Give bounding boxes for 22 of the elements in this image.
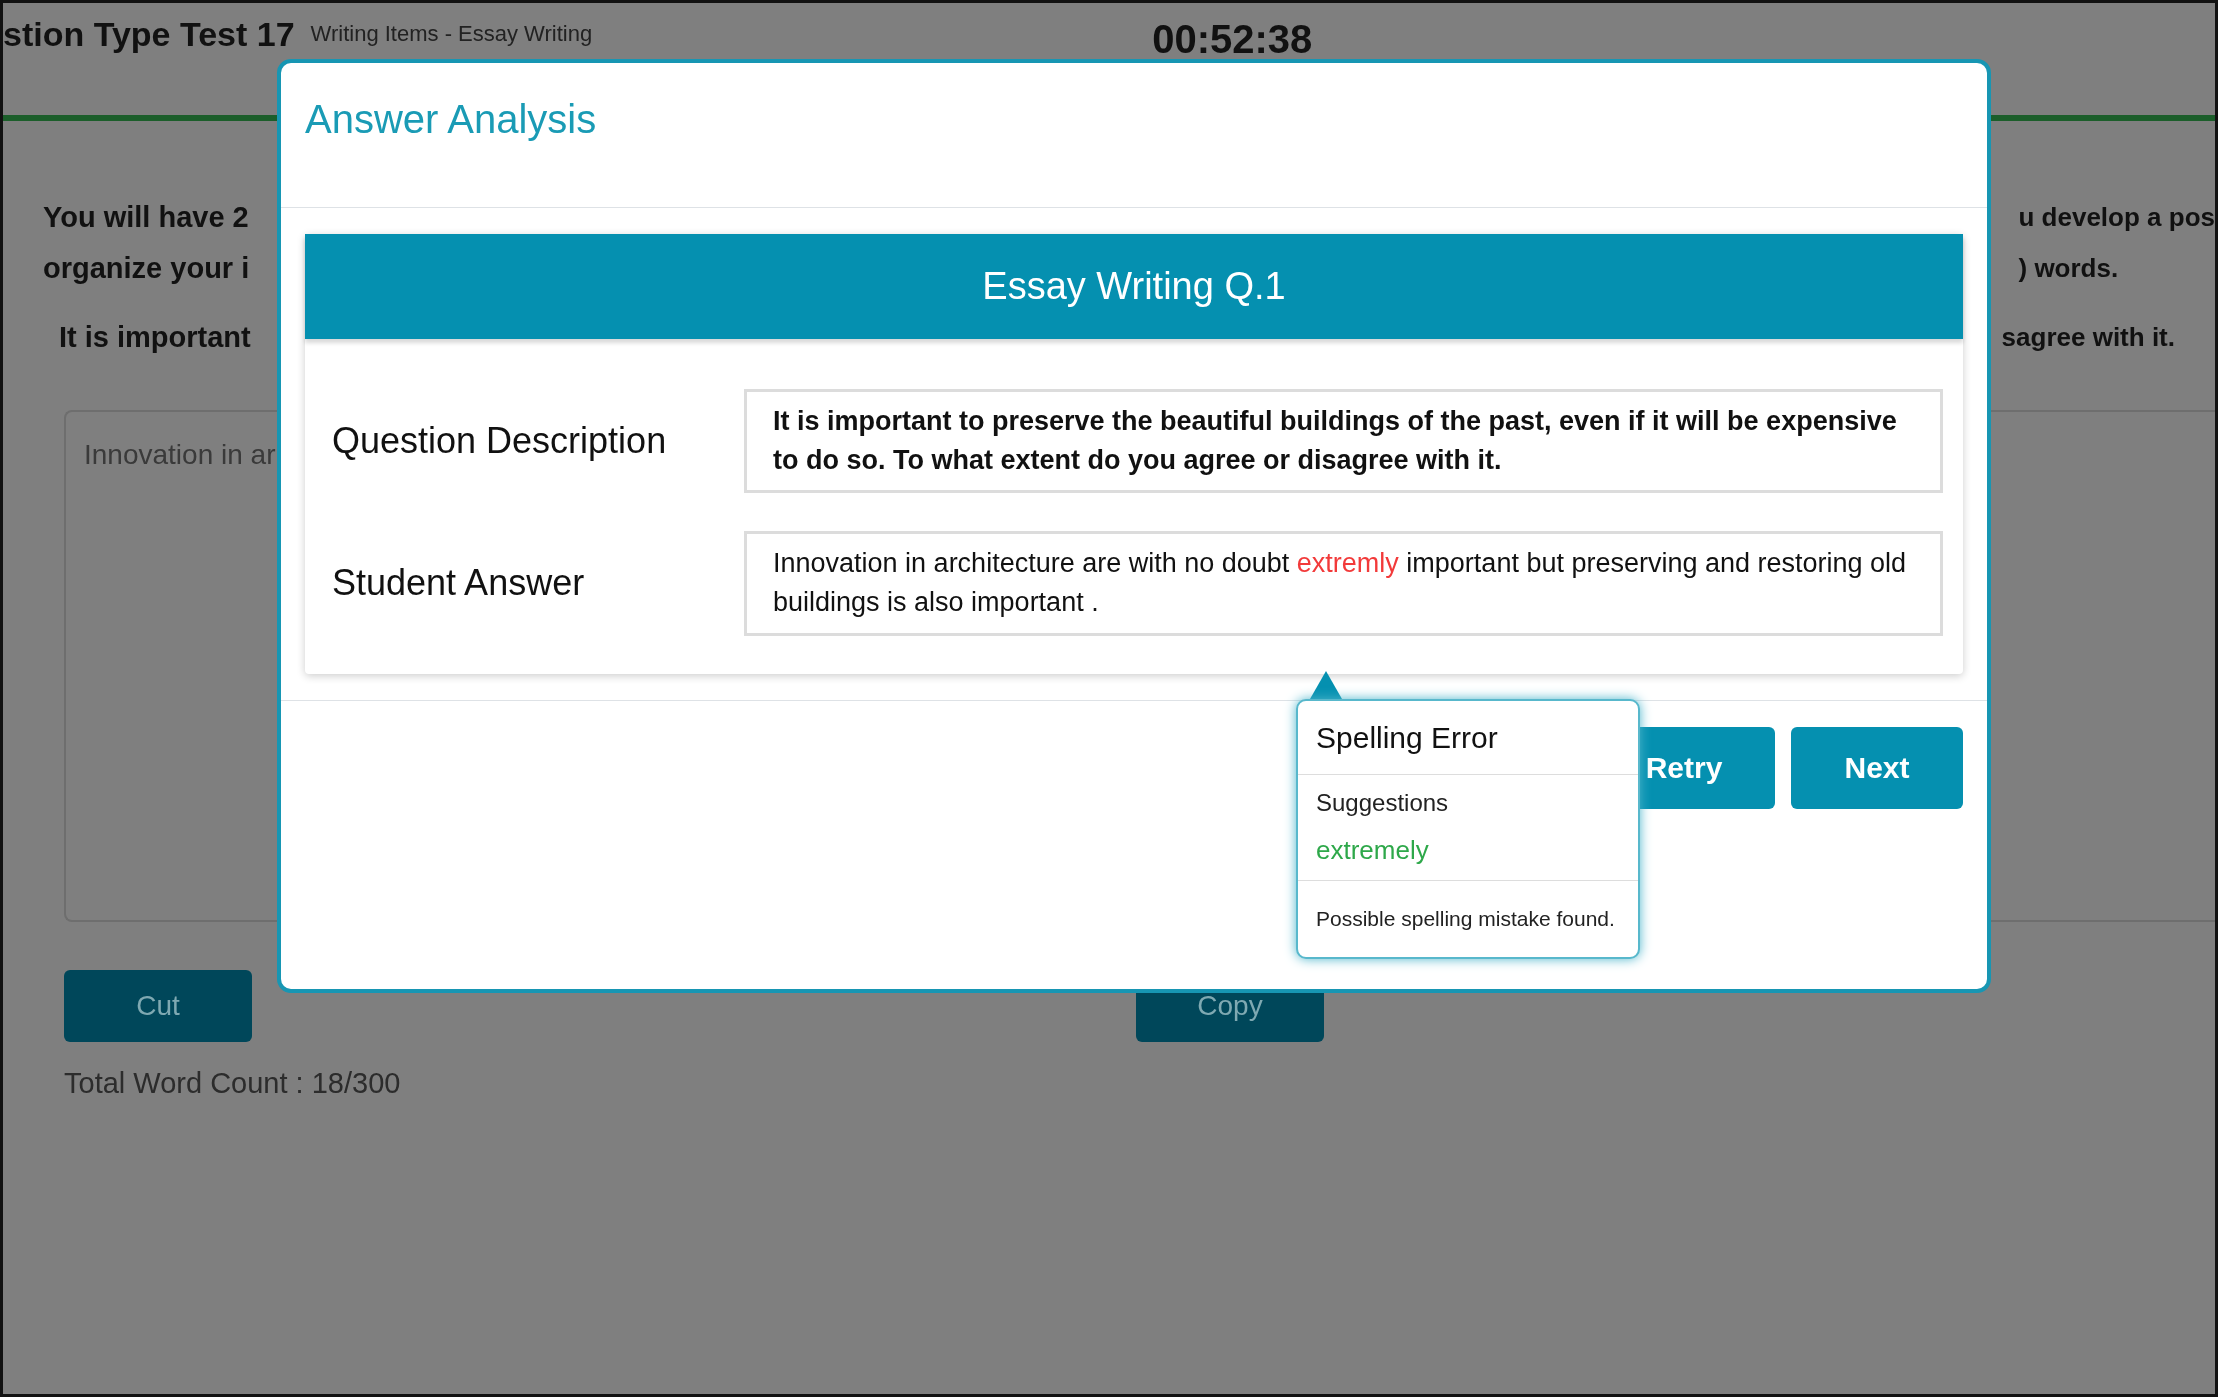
tooltip-title: Spelling Error: [1298, 701, 1638, 775]
essay-prompt: sagree with it.: [2001, 321, 2175, 354]
instruction-text: ) words.: [2018, 252, 2120, 285]
cut-button[interactable]: Cut: [64, 970, 252, 1042]
instruction-text: You will have 2: [43, 200, 250, 235]
test-subtitle: Writing Items - Essay Writing: [310, 20, 593, 48]
timer: 00:52:38: [1152, 16, 1313, 63]
instruction-text: organize your i: [43, 251, 250, 286]
modal-title: Answer Analysis: [305, 96, 598, 143]
essay-prompt: It is important: [59, 320, 251, 355]
card-header: Essay Writing Q.1: [305, 234, 1963, 339]
field-label: Question Description: [332, 419, 668, 464]
suggestions-label: Suggestions: [1316, 788, 1450, 818]
field-label: Student Answer: [332, 561, 586, 606]
suggestion-link[interactable]: extremely: [1316, 831, 1620, 870]
student-answer-text: Innovation in architecture are with no doubt extremly important but preserving and restoring old buildings is also important .: [744, 531, 1943, 636]
instruction-text: u develop a pos: [2018, 201, 2215, 234]
question-text: It is important to preserve the beautiful buildings of the past, even if it will be expensive to do so. To what extent do you agree or disagree with it.: [744, 389, 1943, 494]
tooltip-message: Possible spelling mistake found.: [1315, 906, 1616, 932]
word-count: Total Word Count : 18/300: [64, 1066, 402, 1101]
test-title: stion Type Test 17: [3, 14, 295, 55]
next-button[interactable]: Next: [1791, 726, 1963, 809]
